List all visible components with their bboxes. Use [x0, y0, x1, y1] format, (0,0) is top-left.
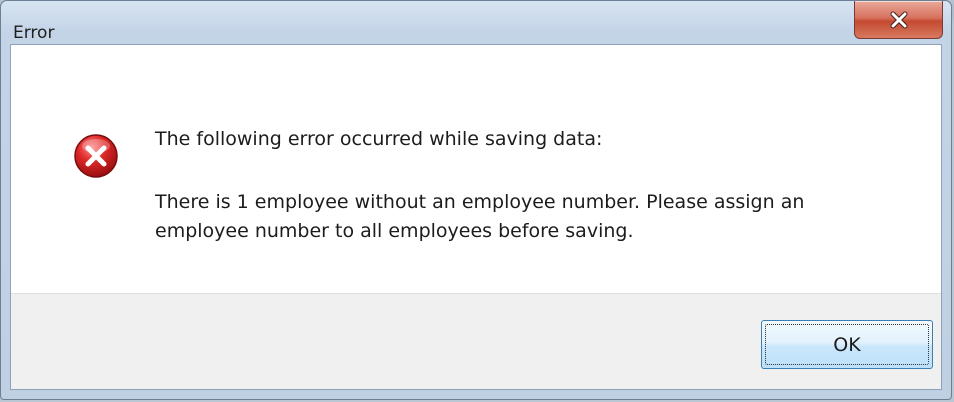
ok-button[interactable]: OK — [761, 320, 933, 369]
button-bar: OK — [11, 293, 941, 389]
close-x-icon — [890, 11, 907, 28]
dialog-title: Error — [13, 23, 55, 43]
dialog-content: The following error occurred while savin… — [10, 44, 942, 390]
message-area: The following error occurred while savin… — [11, 45, 941, 293]
error-message-heading: The following error occurred while savin… — [155, 128, 603, 150]
error-circle-x-icon — [74, 134, 118, 178]
close-button[interactable] — [854, 1, 943, 39]
ok-button-label: OK — [833, 333, 861, 356]
error-message-detail: There is 1 employee without an employee … — [155, 191, 805, 242]
error-dialog: Error The following error occurred while… — [0, 0, 952, 400]
